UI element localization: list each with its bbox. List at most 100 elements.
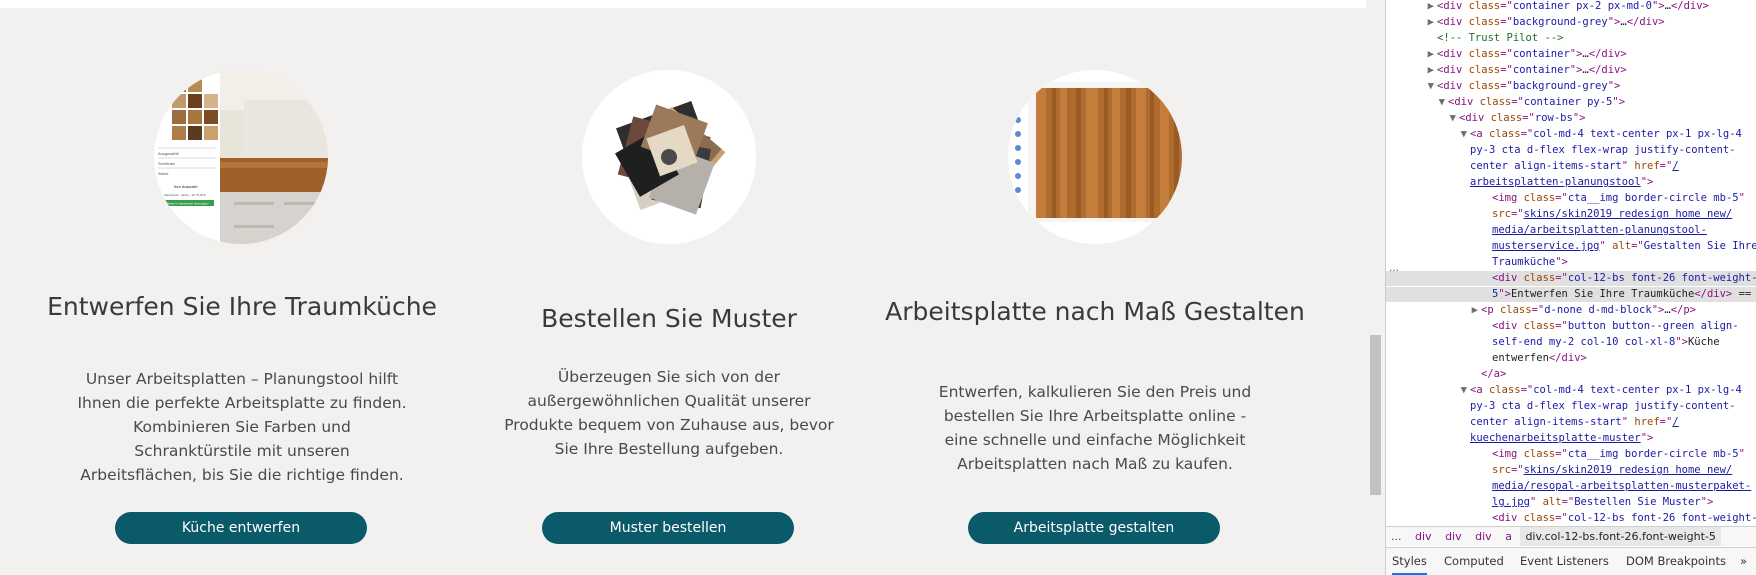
dom-token-tag: "> [1569,48,1583,60]
dom-node-line[interactable]: center align-items-start" href="/ [1386,159,1756,174]
devtools-panel: ▶ <div class="container px-2 px-md-0">…</… [1385,0,1756,575]
expand-toggle-icon[interactable]: ▼ [1386,79,1437,94]
dom-token-tag: <img [1492,192,1524,204]
dom-node-line[interactable]: ▶ <div class="container">…</div> [1386,47,1756,62]
dom-token-link[interactable]: / [1672,416,1678,428]
expand-toggle-icon[interactable]: ▶ [1386,303,1481,318]
expand-toggle-icon[interactable]: ▶ [1386,63,1437,78]
dom-node-line[interactable]: ▶ <p class="d-none d-md-block">…</p> [1386,303,1756,318]
dom-token-val: container py-5 [1523,96,1613,108]
dom-node-line[interactable]: ▼ <a class="col-md-4 text-center px-1 px-… [1386,127,1756,142]
dom-token-attr: class [1523,272,1556,284]
dom-token-txt: Küche [1687,336,1720,348]
arbeitsplatte-gestalten-button[interactable]: Arbeitsplatte gestalten [968,512,1220,544]
expand-toggle-icon[interactable]: ▼ [1386,383,1470,398]
dom-node-line[interactable]: arbeitsplatten-planungstool"> [1386,175,1756,190]
dom-node-line[interactable]: <img class="cta__img border-circle mb-5" [1386,191,1756,206]
dom-node-line[interactable]: entwerfen</div> [1386,351,1756,366]
dom-token-attr: class [1468,16,1501,28]
dom-token-tag: "> [1555,256,1568,268]
scroll-thumb[interactable] [1370,335,1381,495]
dom-node-line[interactable]: center align-items-start" href="/ [1386,415,1756,430]
dom-node-line[interactable]: py-3 cta d-flex flex-wrap justify-conten… [1386,143,1756,158]
dom-node-line[interactable]: musterservice.jpg" alt="Gestalten Sie Ih… [1386,239,1756,254]
dom-node-line[interactable]: <div class="col-12-bs font-26 font-weigh… [1386,511,1756,526]
planungstool-row-3: Wand [158,171,168,176]
tab-event-listeners[interactable]: Event Listeners [1520,548,1609,575]
breadcrumb-item[interactable]: ... [1386,527,1407,546]
dom-node-line[interactable]: </a> [1386,367,1756,382]
dom-token-link[interactable]: / [1672,160,1678,172]
planungstool-image: Ausgewählt Schränke Wand Ihre Auswahl: M… [154,70,328,244]
breadcrumb-item[interactable]: div [1410,527,1437,546]
page-scrollbar[interactable] [1366,0,1385,575]
dom-node-line[interactable]: <!-- Trust Pilot --> [1386,31,1756,46]
dom-token-tag: "> [1640,432,1654,444]
dom-node-line[interactable]: py-3 cta d-flex flex-wrap justify-conten… [1386,399,1756,414]
tabs-overflow-button[interactable]: » [1740,548,1747,575]
dom-token-tag: =" [1522,112,1535,124]
expand-toggle-icon[interactable]: ▼ [1386,127,1470,142]
kueche-entwerfen-button[interactable]: Küche entwerfen [115,512,367,544]
muster-bestellen-button[interactable]: Muster bestellen [542,512,794,544]
dom-token-link[interactable]: media/resopal-arbeitsplatten-musterpaket… [1492,480,1751,492]
tab-computed[interactable]: Computed [1444,548,1504,575]
dom-node-line[interactable]: <img class="cta__img border-circle mb-5" [1386,447,1756,462]
dom-token-link[interactable]: kuechenarbeitsplatte-muster [1470,432,1641,444]
card-description: Überzeugen Sie sich von der außergewöhnl… [504,368,834,458]
dom-node-line[interactable]: Traumküche"> [1386,255,1756,270]
dom-node-line[interactable]: ▼ <a class="col-md-4 text-center px-1 px-… [1386,383,1756,398]
dom-token-link[interactable]: skins/skin2019 redesign home new/ [1524,208,1733,220]
dom-token-link[interactable]: arbeitsplatten-planungstool [1470,176,1641,188]
expand-toggle-icon[interactable]: ▶ [1386,15,1437,30]
dom-token-link[interactable]: lg.jpg [1492,496,1530,508]
dom-node-line[interactable]: ▼ <div class="container py-5"> [1386,95,1756,110]
dom-node-line[interactable]: <div class="button button--green align- [1386,319,1756,334]
selected-node-ellipsis[interactable]: ... [1389,262,1399,274]
dom-node-line[interactable]: ▼ <div class="background-grey"> [1386,79,1756,94]
dom-node-line[interactable]: ▶ <div class="container px-2 px-md-0">…</… [1386,0,1756,14]
breadcrumb-item-selected[interactable]: div.col-12-bs.font-26.font-weight-5 [1520,527,1721,546]
expand-toggle-icon[interactable]: ▼ [1386,111,1459,126]
dom-node-line[interactable]: lg.jpg" alt="Bestellen Sie Muster"> [1386,495,1756,510]
dom-token-attr: class [1523,512,1556,524]
dom-node-line[interactable]: media/arbeitsplatten-planungstool- [1386,223,1756,238]
dom-token-tag: =" [1520,384,1534,396]
dom-node-line[interactable]: <div class="col-12-bs font-26 font-weigh… [1386,271,1756,286]
dom-token-tag: =" [1500,16,1513,28]
dom-node-line[interactable]: self-end my-2 col-10 col-xl-8">Küche [1386,335,1756,350]
dom-token-link[interactable]: skins/skin2019 redesign home new/ [1524,464,1733,476]
breadcrumb-item[interactable]: div [1440,527,1467,546]
tab-styles[interactable]: Styles [1392,548,1427,575]
dom-token-val: container [1512,48,1570,60]
dom-node-line[interactable]: media/resopal-arbeitsplatten-musterpaket… [1386,479,1756,494]
dom-token-tag: =" [1520,128,1534,140]
dom-token-link[interactable]: media/arbeitsplatten-planungstool- [1492,224,1707,236]
dom-node-line[interactable]: kuechenarbeitsplatte-muster"> [1386,431,1756,446]
dom-token-attr: src [1492,464,1511,476]
dom-token-txt: Entwerfen Sie Ihre Traumküche [1510,288,1695,300]
dom-token-tag: =" [1659,160,1673,172]
tab-dom-breakpoints[interactable]: DOM Breakpoints [1626,548,1726,575]
expand-toggle-icon[interactable]: ▶ [1386,0,1437,14]
dom-token-tag: "> [1572,112,1586,124]
dom-node-line[interactable]: ▶ <div class="background-grey">…</div> [1386,15,1756,30]
dom-node-line[interactable]: 5">Entwerfen Sie Ihre Traumküche</div> =… [1386,287,1756,302]
dom-node-line[interactable]: ▶ <div class="container">…</div> [1386,63,1756,78]
dom-token-attr: class [1523,192,1556,204]
expand-toggle-icon[interactable]: ▼ [1386,95,1448,110]
dom-token-link[interactable]: musterservice.jpg [1492,240,1599,252]
muster-image [582,70,756,244]
dom-token-attr: class [1468,48,1501,60]
dom-node-line[interactable]: src="skins/skin2019 redesign home new/ [1386,207,1756,222]
breadcrumb-item[interactable]: a [1500,527,1517,546]
dom-token-tag: <a [1470,384,1489,396]
dom-token-attr: class [1523,448,1556,460]
dom-node-line[interactable]: src="skins/skin2019 redesign home new/ [1386,463,1756,478]
dom-token-val: container [1512,64,1570,76]
expand-toggle-icon[interactable]: ▶ [1386,47,1437,62]
dom-token-tag: <div [1448,96,1480,108]
breadcrumb-item[interactable]: div [1470,527,1497,546]
dom-node-line[interactable]: ▼ <div class="row-bs"> [1386,111,1756,126]
dom-token-tag: =" [1531,304,1545,316]
